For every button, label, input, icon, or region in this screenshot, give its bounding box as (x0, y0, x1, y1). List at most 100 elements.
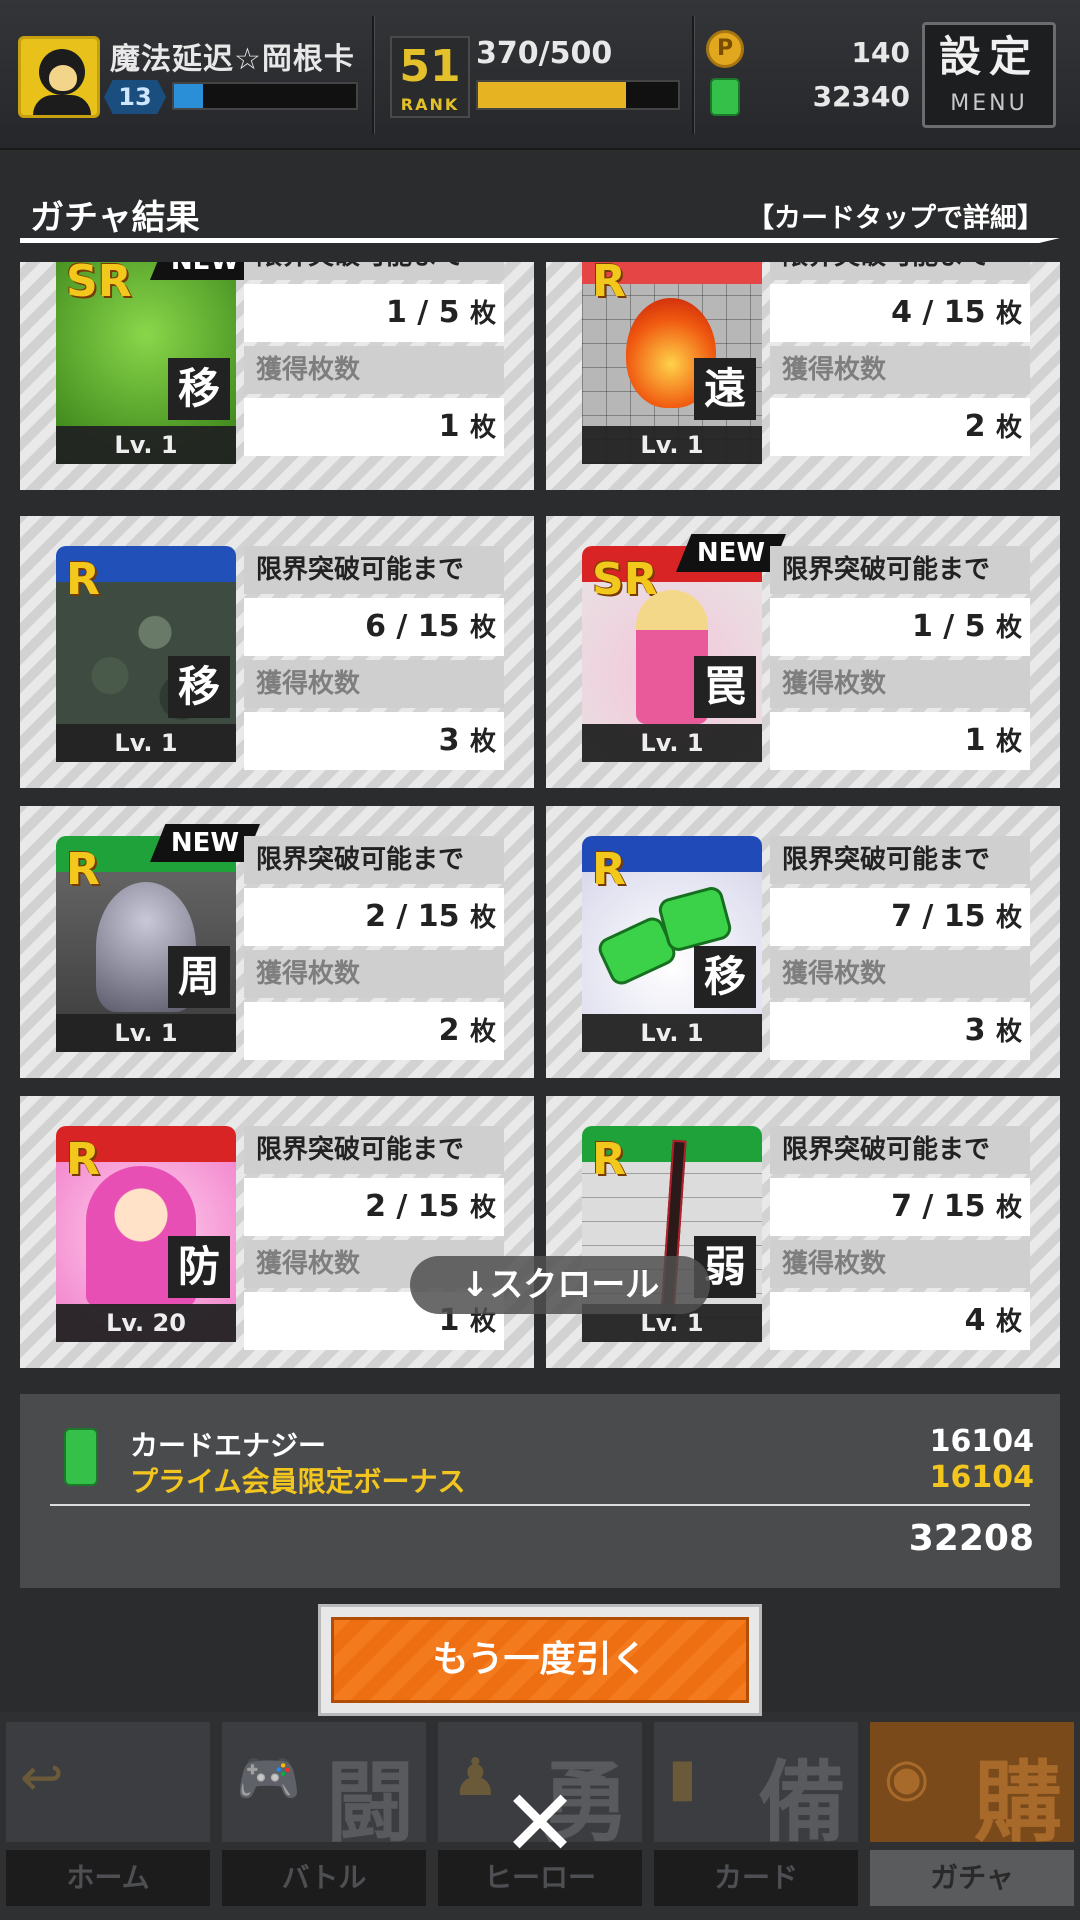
energy-value: 32340 (812, 80, 910, 113)
obtained-count: 3 枚 (770, 1002, 1030, 1060)
obtained-count: 3 枚 (244, 712, 504, 770)
nav-home[interactable]: ↩ ホーム (0, 1722, 216, 1912)
nav-card[interactable]: ▮ 備 カード (648, 1722, 864, 1912)
result-card[interactable]: SR 移 Lv. 1 NEW 限界突破可能まで 1 / 5 枚 獲得枚数 1 枚 (20, 262, 534, 490)
scroll-hint: ↓スクロール (410, 1256, 710, 1314)
nav-gacha[interactable]: ◉ 購 ガチャ (864, 1722, 1080, 1912)
limit-label: 限界突破可能まで (244, 546, 504, 594)
card-type-kanji: 周 (168, 946, 230, 1008)
rank-label: RANK (400, 95, 460, 114)
result-card[interactable]: R 周 Lv. 1 NEW 限界突破可能まで 2 / 15 枚 獲得枚数 2 枚 (20, 806, 534, 1078)
limit-label: 限界突破可能まで (770, 546, 1030, 594)
obtained-count: 4 枚 (770, 1292, 1030, 1350)
rarity-label: R (592, 844, 626, 895)
result-card[interactable]: SR 罠 Lv. 1 NEW 限界突破可能まで 1 / 5 枚 獲得枚数 1 枚 (546, 516, 1060, 788)
rarity-label: R (592, 262, 626, 307)
card-energy-value: 16104 (929, 1424, 1034, 1459)
energy-total: 32208 (908, 1518, 1034, 1559)
limit-label: 限界突破可能まで (244, 1126, 504, 1174)
card-type-kanji: 移 (694, 946, 756, 1008)
card-level: Lv. 1 (56, 1014, 236, 1052)
obtained-label: 獲得枚数 (244, 950, 504, 998)
stamina-bar-fill (478, 82, 626, 108)
limit-label: 限界突破可能まで (770, 836, 1030, 884)
limit-label: 限界突破可能まで (244, 262, 504, 280)
status-bar: 魔法延迟☆岡根卡 13 51 RANK 370/500 P 140 32340 … (0, 0, 1080, 150)
obtained-label: 獲得枚数 (244, 346, 504, 394)
draw-again-button[interactable]: もう一度引く (318, 1604, 762, 1716)
result-card[interactable]: R 移 Lv. 1 限界突破可能まで 7 / 15 枚 獲得枚数 3 枚 (546, 806, 1060, 1078)
limit-progress: 2 / 15 枚 (244, 888, 504, 946)
result-card[interactable]: R 移 Lv. 1 限界突破可能まで 6 / 15 枚 獲得枚数 3 枚 (20, 516, 534, 788)
nav-label: カード (654, 1850, 858, 1906)
nav-label: バトル (222, 1850, 426, 1906)
obtained-label: 獲得枚数 (770, 346, 1030, 394)
menu-button[interactable]: 設定 MENU (922, 22, 1056, 128)
exp-bar-fill (174, 84, 204, 108)
result-card[interactable]: R 遠 Lv. 1 限界突破可能まで 4 / 15 枚 獲得枚数 2 枚 (546, 262, 1060, 490)
summary-divider (50, 1504, 1030, 1506)
limit-progress: 6 / 15 枚 (244, 598, 504, 656)
card-level: Lv. 1 (582, 426, 762, 464)
obtained-count: 1 枚 (244, 398, 504, 456)
player-level-badge: 13 (104, 80, 166, 114)
limit-progress: 2 / 15 枚 (244, 1178, 504, 1236)
card-art[interactable]: R 移 Lv. 1 (582, 836, 762, 1052)
card-art[interactable]: SR 移 Lv. 1 (56, 262, 236, 464)
rarity-label: R (66, 1134, 100, 1185)
home-icon: ↩ (20, 1748, 64, 1808)
obtained-label: 獲得枚数 (770, 660, 1030, 708)
hero-icon: ♟ (452, 1748, 499, 1808)
energy-can-icon (64, 1428, 98, 1486)
nav-battle[interactable]: 🎮 闘 バトル (216, 1722, 432, 1912)
energy-summary: カードエナジー プライム会員限定ボーナス 16104 16104 32208 (20, 1394, 1060, 1588)
prime-bonus-label: プライム会員限定ボーナス (130, 1465, 466, 1498)
card-type-kanji: 移 (168, 358, 230, 420)
limit-progress: 4 / 15 枚 (770, 284, 1030, 342)
gacha-result-grid[interactable]: SR 移 Lv. 1 NEW 限界突破可能まで 1 / 5 枚 獲得枚数 1 枚… (20, 262, 1060, 1378)
result-card[interactable]: R 弱 Lv. 1 限界突破可能まで 7 / 15 枚 獲得枚数 4 枚 (546, 1096, 1060, 1368)
card-energy-label: カードエナジー (130, 1429, 327, 1462)
rarity-label: R (592, 1134, 626, 1185)
menu-button-top: 設定 (938, 32, 1039, 81)
energy-can-icon (656, 884, 734, 954)
cards-icon: ▮ (668, 1748, 697, 1808)
limit-label: 限界突破可能まで (770, 1126, 1030, 1174)
obtained-count: 1 枚 (770, 712, 1030, 770)
limit-label: 限界突破可能まで (244, 836, 504, 884)
gamepad-icon: 🎮 (236, 1749, 301, 1809)
results-hint: 【カードタップで詳細】 (747, 203, 1044, 234)
close-icon[interactable]: ✕ (500, 1778, 580, 1870)
rank-icon: 51 RANK (390, 36, 470, 118)
result-card[interactable]: R 防 Lv. 20 限界突破可能まで 2 / 15 枚 獲得枚数 1 枚 (20, 1096, 534, 1368)
obtained-label: 獲得枚数 (770, 1240, 1030, 1288)
menu-button-bottom: MENU (950, 91, 1028, 116)
card-art[interactable]: R 遠 Lv. 1 (582, 262, 762, 464)
obtained-count: 2 枚 (770, 398, 1030, 456)
nav-label: ガチャ (870, 1850, 1074, 1906)
results-underline (20, 238, 1060, 243)
prime-bonus-value: 16104 (929, 1460, 1034, 1495)
obtained-count: 2 枚 (244, 1002, 504, 1060)
card-level: Lv. 1 (582, 724, 762, 762)
exp-bar (172, 82, 358, 110)
rarity-label: R (66, 554, 100, 605)
card-level: Lv. 1 (582, 1014, 762, 1052)
rank-number: 51 (399, 41, 461, 92)
player-avatar[interactable] (18, 36, 100, 118)
card-art[interactable]: R 移 Lv. 1 (56, 546, 236, 762)
card-art[interactable]: SR 罠 Lv. 1 (582, 546, 762, 762)
card-art[interactable]: R 周 Lv. 1 (56, 836, 236, 1052)
rarity-label: SR (66, 262, 132, 307)
card-art[interactable]: R 防 Lv. 20 (56, 1126, 236, 1342)
energy-can-icon (710, 78, 740, 116)
obtained-label: 獲得枚数 (770, 950, 1030, 998)
card-type-kanji: 遠 (694, 358, 756, 420)
rarity-label: R (66, 844, 100, 895)
stamina-text: 370/500 (476, 36, 613, 71)
coin-icon: P (706, 30, 744, 68)
nav-label: ホーム (6, 1850, 210, 1906)
obtained-label: 獲得枚数 (244, 660, 504, 708)
card-level: Lv. 1 (56, 426, 236, 464)
gacha-icon: ◉ (884, 1748, 930, 1808)
